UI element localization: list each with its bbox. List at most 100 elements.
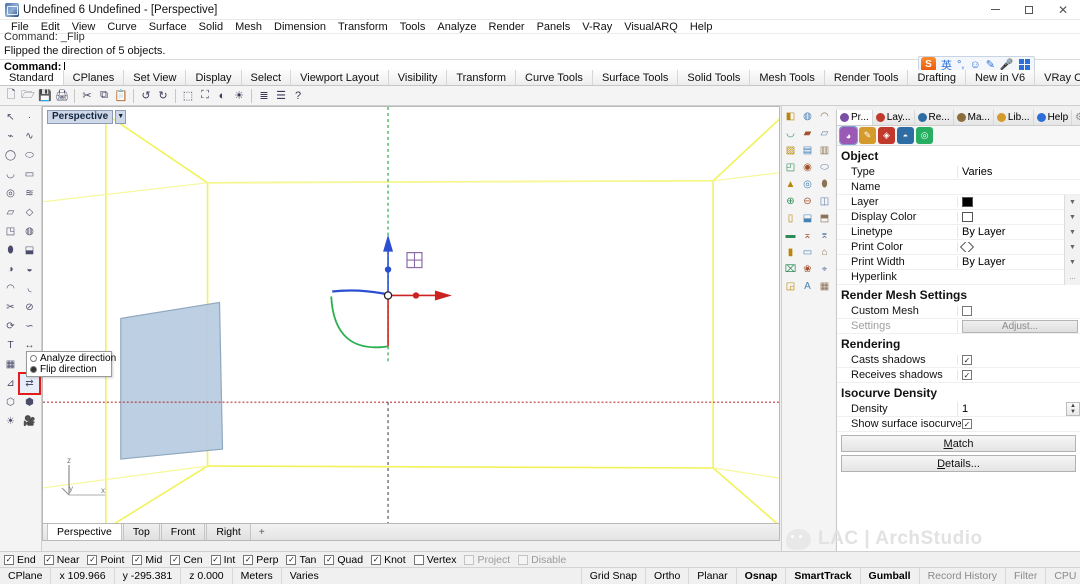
status-osnap-toggle[interactable]: Osnap — [737, 567, 787, 584]
point-icon[interactable]: · — [20, 108, 39, 127]
render-object-icon[interactable]: ◓ — [897, 127, 914, 144]
analyze-direction-icon[interactable]: ⊿ — [1, 374, 20, 393]
loft-icon[interactable]: ◇ — [20, 203, 39, 222]
print-icon[interactable]: 🖨 — [54, 88, 70, 104]
patch-icon[interactable]: ▱ — [816, 125, 833, 142]
mesh-tools-icon[interactable]: ⬡ — [1, 393, 20, 412]
osnap-item-end[interactable]: ✓ End — [4, 554, 36, 566]
property-value-linetype[interactable]: By Layer — [957, 226, 1064, 238]
slab-icon[interactable]: ▬ — [782, 227, 799, 244]
panel-tab-pr[interactable]: Pr... — [837, 110, 873, 125]
toolbar-tab-new-in-v6[interactable]: New in V6 — [965, 70, 1036, 85]
text-icon[interactable]: T — [1, 336, 20, 355]
dropdown-chevron-down-icon[interactable]: ▼ — [1064, 194, 1080, 210]
toolbar-tab-vray-compact-02[interactable]: VRay Compact 02 — [1035, 70, 1080, 85]
checkbox-show-surface-isocurve[interactable]: ✓ — [962, 419, 972, 429]
osnap-checkbox-disable[interactable] — [518, 554, 529, 565]
panel-gear-icon[interactable]: ⚙ — [1072, 110, 1080, 125]
osnap-checkbox-quad[interactable]: ✓ — [324, 554, 335, 565]
ime-emoji-icon[interactable]: ☺ — [969, 59, 980, 71]
osnap-item-mid[interactable]: ✓ Mid — [132, 554, 162, 566]
boolean-union-icon[interactable]: ◑ — [1, 260, 20, 279]
property-value-print-color[interactable] — [957, 242, 1064, 252]
toolbar-tab-display[interactable]: Display — [186, 70, 242, 85]
osnap-item-vertex[interactable]: Vertex — [413, 554, 456, 566]
panel-tab-ma[interactable]: Ma... — [954, 110, 994, 125]
column-icon[interactable]: ▮ — [782, 244, 799, 261]
osnap-checkbox-int[interactable]: ✓ — [210, 554, 221, 565]
blend-icon[interactable]: ∽ — [20, 317, 39, 336]
beam-icon[interactable]: ▭ — [799, 244, 816, 261]
osnap-item-int[interactable]: ✓ Int — [210, 554, 235, 566]
toolbar-tab-solid-tools[interactable]: Solid Tools — [678, 70, 751, 85]
status-cplane[interactable]: CPlane — [0, 567, 52, 584]
box-icon[interactable]: ◳ — [1, 222, 20, 241]
boolean-difference-icon[interactable]: ◒ — [20, 260, 39, 279]
close-button[interactable]: ✕ — [1046, 0, 1080, 20]
ellipsis-button[interactable]: ... — [1064, 269, 1080, 285]
redo-icon[interactable]: ↻ — [155, 88, 171, 104]
property-value-display-color[interactable] — [957, 212, 1064, 222]
trim-icon[interactable]: ✂ — [1, 298, 20, 317]
viewport-title-control[interactable]: Perspective ▼ — [47, 109, 127, 124]
status-planar-toggle[interactable]: Planar — [689, 567, 737, 584]
panel-tab-help[interactable]: Help — [1034, 110, 1073, 125]
toolbar-tab-curve-tools[interactable]: Curve Tools — [516, 70, 593, 85]
helix-icon[interactable]: ≋ — [20, 184, 39, 203]
render-icon[interactable]: ☀ — [231, 88, 247, 104]
viewport-tab-perspective[interactable]: Perspective — [47, 524, 122, 540]
flyout-item-flip-direction[interactable]: Flip direction — [30, 364, 111, 375]
osnap-item-cen[interactable]: ✓ Cen — [170, 554, 203, 566]
door-icon[interactable]: ⬓ — [799, 210, 816, 227]
section-icon[interactable]: ⌖ — [816, 261, 833, 278]
property-value-receives-shadows[interactable]: ✓ — [957, 370, 1080, 380]
property-value-settings[interactable]: Adjust... — [957, 319, 1080, 333]
polyline-icon[interactable]: ⌁ — [1, 127, 20, 146]
zoom-extents-icon[interactable]: ⛶ — [197, 88, 213, 104]
property-value-custom-mesh[interactable] — [957, 306, 1080, 316]
ellipse-icon[interactable]: ⬭ — [20, 146, 39, 165]
extrude-surface-icon[interactable]: ▤ — [799, 142, 816, 159]
cone-solid-icon[interactable]: ▲ — [782, 176, 799, 193]
shell-icon[interactable]: ◫ — [816, 193, 833, 210]
toolbar-tab-drafting[interactable]: Drafting — [908, 70, 966, 85]
split-icon[interactable]: ⊘ — [20, 298, 39, 317]
surface-plane-icon[interactable]: ▱ — [1, 203, 20, 222]
panel-tab-re[interactable]: Re... — [915, 110, 954, 125]
revolve-icon[interactable]: ◍ — [799, 108, 816, 125]
panel-tab-lib[interactable]: Lib... — [994, 110, 1034, 125]
osnap-checkbox-project[interactable] — [464, 554, 475, 565]
osnap-checkbox-tan[interactable]: ✓ — [286, 554, 297, 565]
circle-icon[interactable]: ◯ — [1, 146, 20, 165]
status-filter[interactable]: Filter — [1006, 567, 1047, 584]
osnap-checkbox-cen[interactable]: ✓ — [170, 554, 181, 565]
rectangle-icon[interactable]: ▭ — [20, 165, 39, 184]
offset-curve-icon[interactable]: ⟳ — [1, 317, 20, 336]
property-value-density[interactable]: 1 ▲ ▼ — [957, 402, 1080, 416]
select-icon[interactable]: ⬚ — [180, 88, 196, 104]
checkbox-casts-shadows[interactable]: ✓ — [962, 355, 972, 365]
surface-from-curves-icon[interactable]: ◧ — [782, 108, 799, 125]
ime-apps-icon[interactable] — [1018, 59, 1030, 70]
status-layer[interactable]: Varies — [282, 567, 582, 584]
help-icon[interactable]: ? — [290, 88, 306, 104]
grid-icon[interactable]: ▦ — [816, 278, 833, 295]
loft-surface-icon[interactable]: ▰ — [799, 125, 816, 142]
osnap-checkbox-near[interactable]: ✓ — [43, 554, 54, 565]
toolbar-tab-mesh-tools[interactable]: Mesh Tools — [750, 70, 825, 85]
sweep1-icon[interactable]: ◠ — [816, 108, 833, 125]
osnap-checkbox-perp[interactable]: ✓ — [243, 554, 254, 565]
osnap-item-tan[interactable]: ✓ Tan — [286, 554, 316, 566]
texture-mapping-icon[interactable]: ◈ — [878, 127, 895, 144]
chamfer-icon[interactable]: ◟ — [20, 279, 39, 298]
toolbar-tab-standard[interactable]: Standard — [0, 70, 64, 85]
dropdown-chevron-down-icon[interactable]: ▼ — [1064, 239, 1080, 255]
status-record-history-toggle[interactable]: Record History — [920, 567, 1006, 584]
display-mode-icon[interactable]: ◎ — [916, 127, 933, 144]
osnap-item-knot[interactable]: ✓ Knot — [371, 554, 406, 566]
property-value-layer[interactable] — [957, 197, 1064, 207]
checkbox-receives-shadows[interactable]: ✓ — [962, 370, 972, 380]
network-surface-icon[interactable]: ▨ — [782, 142, 799, 159]
cylinder-solid-icon[interactable]: ⬭ — [816, 159, 833, 176]
stair-icon[interactable]: ⌅ — [799, 227, 816, 244]
